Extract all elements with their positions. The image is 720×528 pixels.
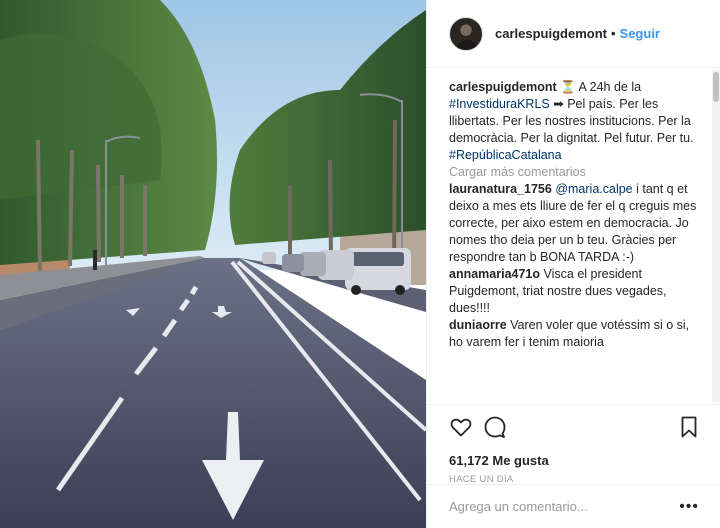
- post-actions: 61,172 Me gusta HACE UN DÍA: [427, 404, 720, 485]
- comments-list[interactable]: carlespuigdemont ⏳ A 24h de la #Investid…: [427, 69, 711, 403]
- caption-hashtag-republica[interactable]: #RepúblicaCatalana: [449, 147, 697, 164]
- comment-item: duniaorre Varen voler que votéssim si o …: [449, 317, 697, 351]
- bookmark-icon[interactable]: [677, 415, 701, 439]
- caption-text-a: A 24h de la: [575, 80, 642, 94]
- author-username[interactable]: carlespuigdemont: [495, 26, 607, 41]
- scrollbar-thumb[interactable]: [713, 72, 719, 102]
- comment-username[interactable]: annamaria471o: [449, 267, 540, 281]
- separator-dot: •: [610, 26, 616, 41]
- comment-item: lauranatura_1756 @maria.calpe i tant q e…: [449, 181, 697, 266]
- likes-count[interactable]: 61,172 Me gusta: [449, 453, 699, 468]
- comment-mention[interactable]: @maria.calpe: [555, 182, 632, 196]
- post-header: carlespuigdemont • Seguir: [427, 0, 720, 68]
- action-icons-row: [449, 415, 699, 439]
- hourglass-icon: ⏳: [560, 80, 576, 94]
- comments-scrollbar[interactable]: [712, 70, 720, 402]
- load-more-comments-link[interactable]: Cargar más comentarios: [449, 164, 697, 181]
- follow-button[interactable]: Seguir: [620, 26, 660, 41]
- comment-input[interactable]: [449, 499, 649, 514]
- comment-item: annamaria471o Visca el president Puigdem…: [449, 266, 697, 317]
- caption-hashtag-investidura[interactable]: #InvestiduraKRLS: [449, 97, 550, 111]
- post-details-panel: carlespuigdemont • Seguir carlespuigdemo…: [426, 0, 720, 528]
- post-caption: carlespuigdemont ⏳ A 24h de la #Investid…: [449, 79, 697, 147]
- comment-username[interactable]: lauranatura_1756: [449, 182, 552, 196]
- add-comment-bar: •••: [427, 484, 720, 528]
- avatar[interactable]: [449, 16, 483, 51]
- comment-username[interactable]: duniaorre: [449, 318, 507, 332]
- arrow-right-icon: ➡: [549, 97, 568, 111]
- caption-username[interactable]: carlespuigdemont: [449, 80, 557, 94]
- post-photo[interactable]: [0, 0, 426, 528]
- street-photo-image: [0, 0, 426, 528]
- comment-icon[interactable]: [483, 415, 507, 439]
- more-options-icon[interactable]: •••: [679, 498, 699, 516]
- heart-icon[interactable]: [449, 415, 473, 439]
